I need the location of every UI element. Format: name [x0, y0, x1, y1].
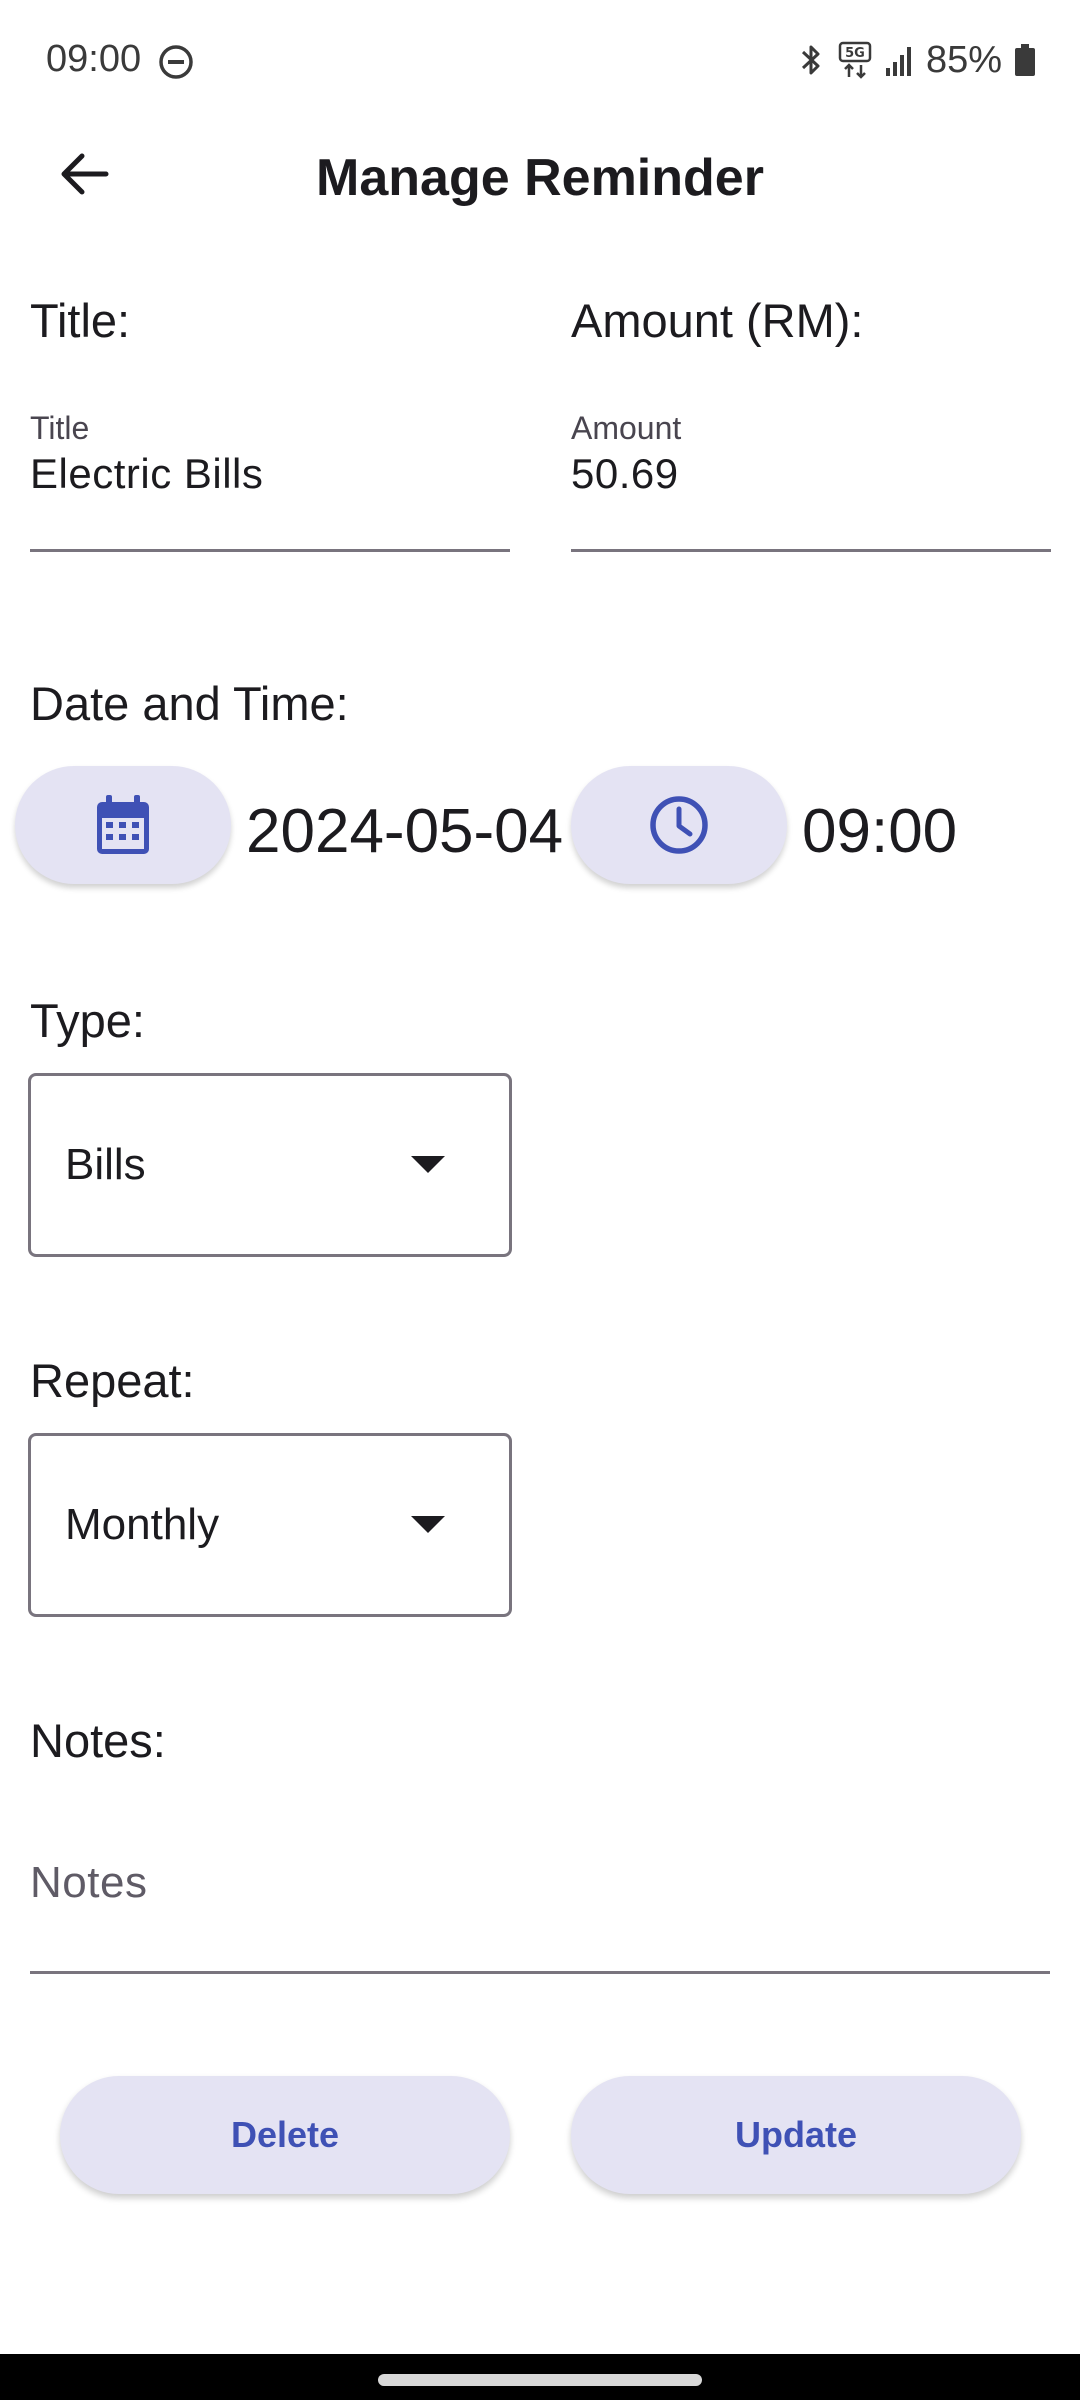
status-time: 09:00	[46, 38, 142, 80]
bluetooth-icon	[796, 42, 826, 78]
notes-label: Notes:	[30, 1714, 166, 1767]
date-picker-button[interactable]	[15, 766, 231, 884]
battery-percentage: 85%	[925, 38, 1002, 81]
time-picker-button[interactable]	[571, 766, 787, 884]
title-label: Title:	[30, 294, 131, 347]
repeat-dropdown[interactable]: Monthly	[28, 1433, 512, 1617]
notes-placeholder: Notes	[30, 1858, 148, 1907]
dropdown-arrow-icon	[411, 1156, 445, 1173]
type-dropdown-value: Bills	[65, 1140, 146, 1189]
status-bar: 09:00 5G 85%	[0, 0, 1080, 124]
amount-label: Amount (RM):	[571, 294, 864, 347]
delete-button[interactable]: Delete	[60, 2076, 510, 2194]
notes-field[interactable]: Notes	[30, 1830, 1050, 1974]
signal-icon	[884, 44, 914, 76]
dropdown-arrow-icon	[411, 1516, 445, 1533]
type-label: Type:	[30, 994, 145, 1047]
5g-icon: 5G	[838, 41, 872, 79]
clock-icon	[650, 796, 708, 854]
title-field[interactable]: Title Electric Bills	[30, 410, 510, 552]
datetime-label: Date and Time:	[30, 677, 349, 730]
time-value: 09:00	[802, 797, 958, 866]
navigation-bar	[0, 2354, 1080, 2400]
svg-text:5G: 5G	[845, 46, 865, 61]
app-bar: Manage Reminder	[0, 124, 1080, 224]
amount-field-label: Amount	[571, 410, 682, 446]
status-icons: 5G 85%	[796, 36, 1036, 84]
calendar-icon	[97, 795, 149, 854]
title-field-value: Electric Bills	[30, 450, 264, 497]
repeat-dropdown-value: Monthly	[65, 1500, 220, 1549]
amount-field-value: 50.69	[571, 450, 679, 497]
date-value: 2024-05-04	[246, 797, 564, 866]
repeat-label: Repeat:	[30, 1354, 195, 1407]
title-field-label: Title	[30, 410, 90, 446]
page-title: Manage Reminder	[316, 149, 764, 207]
do-not-disturb-icon	[158, 44, 194, 80]
home-indicator[interactable]	[378, 2374, 702, 2386]
battery-icon	[1014, 43, 1036, 77]
type-dropdown[interactable]: Bills	[28, 1073, 512, 1257]
amount-field[interactable]: Amount 50.69	[571, 410, 1051, 552]
update-button[interactable]: Update	[571, 2076, 1021, 2194]
